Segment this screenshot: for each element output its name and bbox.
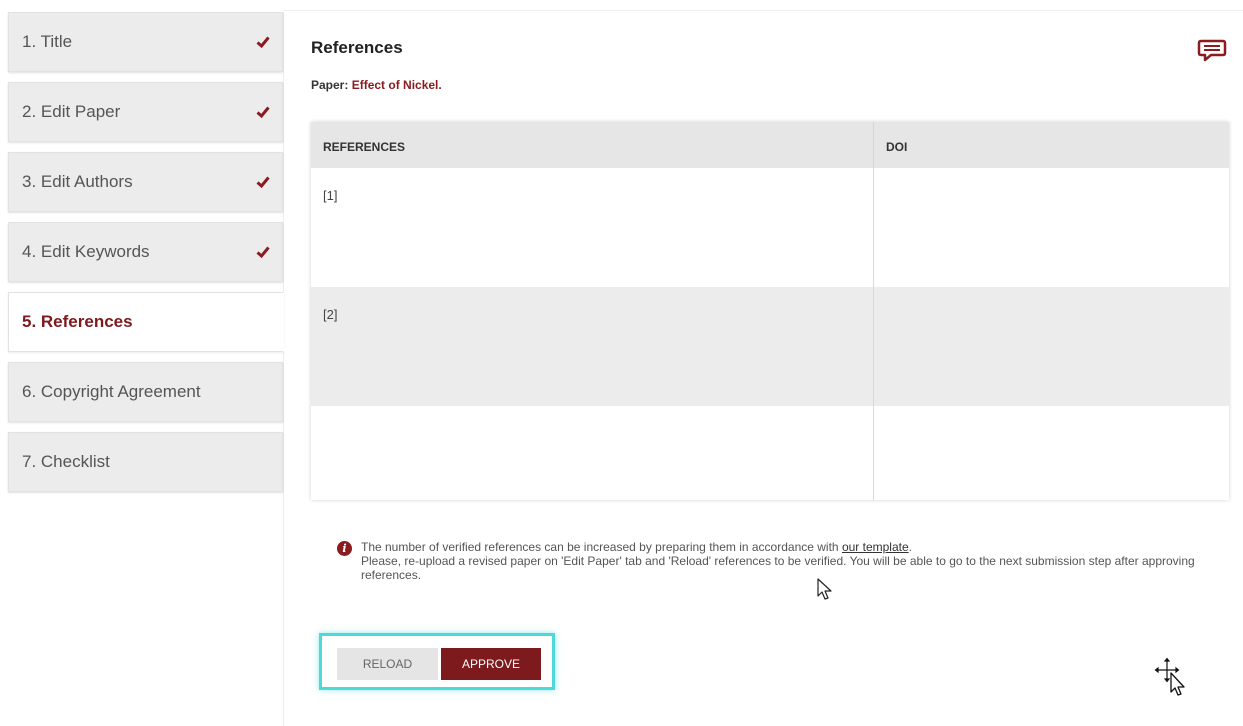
checkmark-icon (256, 36, 270, 49)
checkmark-icon (256, 106, 270, 119)
doi-cell (874, 287, 1229, 406)
comment-icon[interactable] (1197, 38, 1227, 64)
doi-cell (874, 406, 1229, 500)
step-copyright-agreement[interactable]: 6. Copyright Agreement (8, 362, 283, 422)
table-row: [2] (311, 287, 1229, 406)
pointer-cursor-icon (817, 578, 832, 600)
template-link[interactable]: our template (842, 540, 909, 554)
paper-label: Paper: (311, 78, 349, 92)
notice-line2: Please, re-upload a revised paper on 'Ed… (361, 554, 1195, 582)
checkmark-icon (256, 246, 270, 259)
reference-cell (311, 406, 874, 500)
table-header: REFERENCES DOI (311, 122, 1229, 168)
action-buttons-highlight: RELOAD APPROVE (319, 633, 555, 690)
paper-info: Paper: Effect of Nickel. (311, 78, 442, 92)
step-label: 3. Edit Authors (22, 172, 133, 191)
column-header-references: REFERENCES (311, 122, 874, 168)
step-label: 1. Title (22, 32, 73, 51)
move-cursor-icon (1153, 656, 1185, 696)
paper-name: Effect of Nickel (351, 78, 439, 92)
table-row: [1] (311, 168, 1229, 287)
steps-sidebar: 1. Title 2. Edit Paper 3. Edit Authors 4… (8, 12, 284, 502)
references-table: REFERENCES DOI [1] [2] (311, 122, 1229, 500)
reference-cell: [2] (311, 287, 874, 406)
checkmark-icon (256, 176, 270, 189)
paper-suffix: . (438, 78, 442, 92)
step-checklist[interactable]: 7. Checklist (8, 432, 283, 492)
step-references[interactable]: 5. References (8, 292, 284, 352)
table-row (311, 406, 1229, 500)
approve-button[interactable]: APPROVE (441, 648, 541, 680)
sidebar-divider (283, 12, 284, 726)
notice-line1-suffix: . (908, 540, 912, 554)
info-notice: i The number of verified references can … (337, 540, 1227, 582)
notice-line1: The number of verified references can be… (361, 540, 839, 554)
info-icon: i (337, 541, 352, 556)
step-label: 5. References (22, 312, 133, 331)
step-edit-paper[interactable]: 2. Edit Paper (8, 82, 283, 142)
step-label: 2. Edit Paper (22, 102, 121, 121)
page-title: References (311, 38, 403, 57)
step-label: 4. Edit Keywords (22, 242, 150, 261)
step-title[interactable]: 1. Title (8, 12, 283, 72)
top-divider (283, 10, 1243, 11)
reload-button[interactable]: RELOAD (337, 648, 438, 680)
step-edit-keywords[interactable]: 4. Edit Keywords (8, 222, 283, 282)
doi-cell (874, 168, 1229, 287)
step-label: 7. Checklist (22, 452, 110, 471)
column-header-doi: DOI (886, 140, 908, 154)
step-edit-authors[interactable]: 3. Edit Authors (8, 152, 283, 212)
step-label: 6. Copyright Agreement (22, 382, 201, 401)
reference-cell: [1] (311, 168, 874, 287)
notice-text: The number of verified references can be… (337, 540, 1227, 582)
